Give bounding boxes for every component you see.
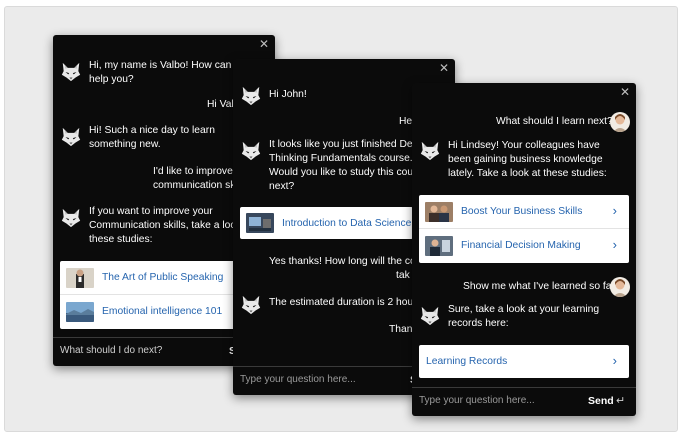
bot-message: records here: (448, 318, 509, 329)
course-title: Boost Your Business Skills (461, 206, 583, 217)
course-title: Introduction to Data Science (282, 217, 412, 229)
course-item[interactable]: Financial Decision Making › (419, 229, 629, 262)
user-avatar (610, 277, 630, 297)
chevron-right-icon: › (612, 203, 617, 218)
bot-message: The estimated duration is 2 hours. (269, 297, 425, 308)
chat-input-bar: Type your question here... Send ↵ (412, 387, 636, 416)
bot-message: It looks like you just finished Desig (269, 139, 426, 150)
chat-input[interactable]: What should I do next? (60, 345, 162, 356)
wolf-icon (240, 140, 262, 162)
course-thumbnail (425, 235, 453, 256)
wolf-icon (419, 305, 441, 327)
close-icon[interactable]: ✕ (257, 37, 271, 51)
bot-message: Hi, my name is Valbo! How can I (89, 60, 238, 71)
close-icon[interactable]: ✕ (437, 61, 451, 75)
wolf-icon (240, 85, 262, 107)
course-title: The Art of Public Speaking (102, 272, 224, 283)
user-avatar (610, 112, 630, 132)
user-message: Show me what I've learned so far (463, 281, 615, 292)
send-button[interactable]: Send (588, 395, 614, 407)
course-card: Boost Your Business Skills › Financial D… (419, 195, 629, 263)
bot-message: If you want to improve your (89, 206, 213, 217)
learning-records-item[interactable]: Learning Records › (419, 345, 629, 378)
enter-icon[interactable]: ↵ (616, 394, 625, 407)
bot-message: been gaining business knowledge (448, 154, 603, 165)
bot-message: Would you like to study this course (269, 167, 428, 178)
bot-message: Hi John! (269, 89, 307, 100)
bot-message: Thinking Fundamentals course. (269, 153, 413, 164)
course-item[interactable]: Introduction to Data Science (240, 207, 413, 239)
course-thumbnail (66, 301, 94, 322)
course-thumbnail (425, 201, 453, 222)
wolf-icon (60, 126, 82, 148)
bot-message: Hi! Such a nice day to learn (89, 125, 215, 136)
wolf-icon (240, 294, 262, 316)
bot-message: Sure, take a look at your learning (448, 304, 600, 315)
user-message: Yes thanks! How long will the cour (269, 256, 425, 267)
wolf-icon (419, 140, 441, 162)
user-message: What should I learn next? (496, 116, 613, 127)
wolf-icon (60, 61, 82, 83)
bot-message: Communication skills, take a look a (89, 220, 250, 231)
bot-message: something new. (89, 139, 161, 150)
bot-message: Hi Lindsey! Your colleagues have (448, 140, 600, 151)
chevron-right-icon: › (612, 237, 617, 252)
bot-message: help you? (89, 74, 134, 85)
chat-input[interactable]: Type your question here... (240, 374, 356, 385)
course-item[interactable]: Boost Your Business Skills › (419, 195, 629, 228)
course-title: Financial Decision Making (461, 240, 581, 251)
bot-message: lately. Take a look at these studies: (448, 168, 607, 179)
course-thumbnail (246, 213, 274, 233)
user-message: I'd like to improve r (153, 166, 240, 177)
chat-demo-stage: ✕ Hi, my name is Valbo! How can I help y… (4, 6, 678, 432)
chat-panel-3: ✕ What should I learn next? Hi Lindsey! … (412, 83, 636, 416)
wolf-icon (60, 207, 82, 229)
user-message: tak (396, 270, 410, 281)
bot-message: these studies: (89, 234, 153, 245)
bot-message: next? (269, 181, 295, 192)
learning-records-card: Learning Records › (419, 345, 629, 378)
learning-records-label: Learning Records (426, 356, 508, 367)
chevron-right-icon: › (612, 353, 617, 368)
chat-input[interactable]: Type your question here... (419, 395, 535, 406)
course-card: Introduction to Data Science (240, 207, 413, 239)
close-icon[interactable]: ✕ (618, 85, 632, 99)
course-title: Emotional intelligence 101 (102, 306, 223, 317)
user-message: communication skil (153, 180, 240, 191)
course-thumbnail (66, 267, 94, 288)
